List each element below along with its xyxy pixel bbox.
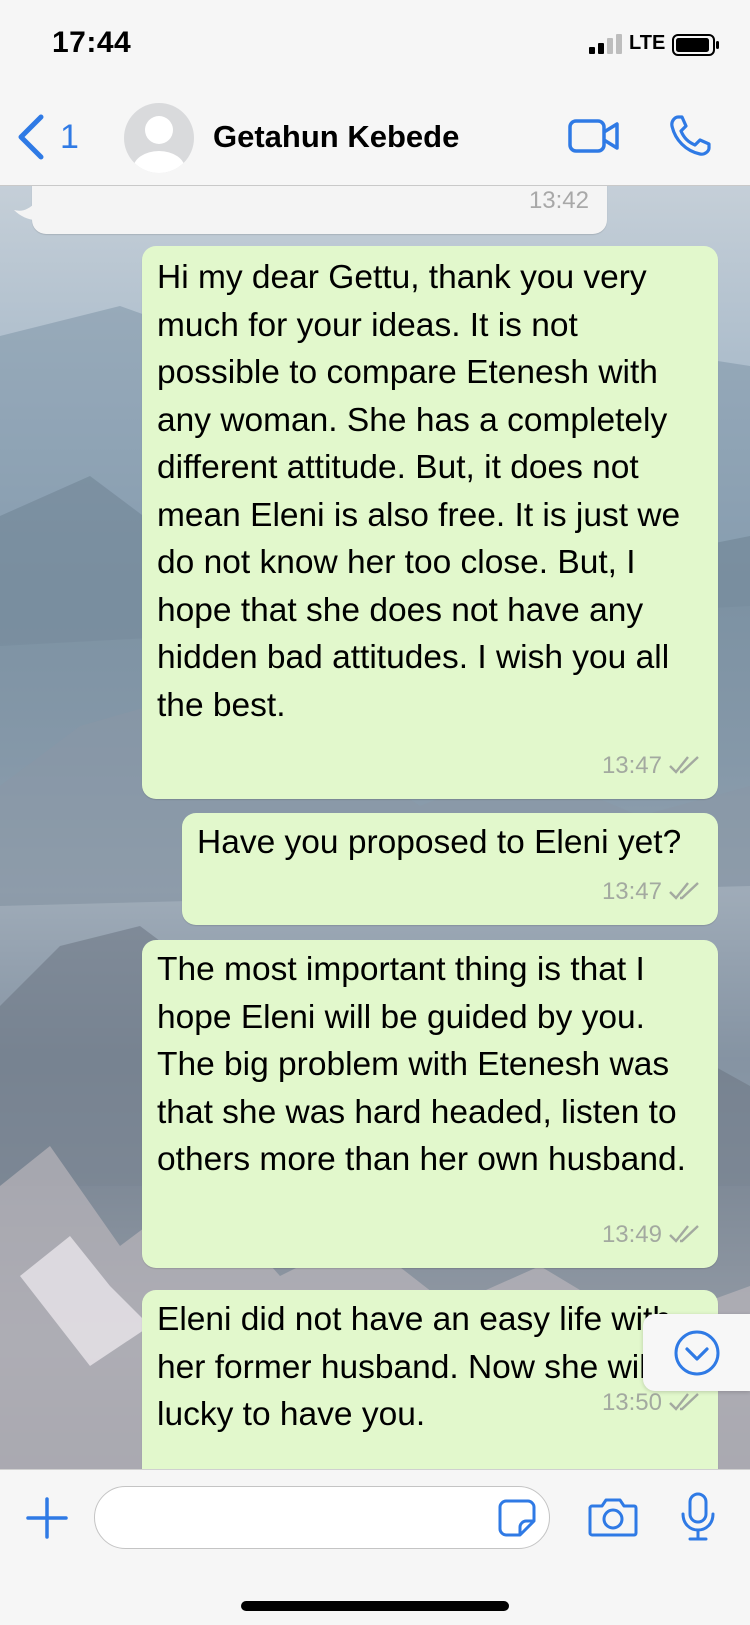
unread-count: 1 — [60, 117, 79, 156]
chat-area[interactable]: 13:42 Hi my dear Gettu, thank you very m… — [0, 186, 750, 1469]
message-time: 13:47 — [602, 868, 702, 916]
message-bubble-incoming[interactable]: 13:42 — [32, 186, 607, 234]
message-bubble-outgoing[interactable]: Eleni did not have an easy life with her… — [142, 1290, 718, 1469]
person-silhouette-icon — [133, 116, 185, 173]
message-text: The most important thing is that I hope … — [157, 951, 686, 1178]
chat-header: 1 Getahun Kebede — [0, 92, 750, 186]
chevron-down-circle-icon — [674, 1330, 719, 1375]
home-indicator[interactable] — [241, 1601, 509, 1611]
signal-icon — [589, 34, 622, 54]
message-time: 13:47 — [602, 742, 702, 790]
plus-icon[interactable] — [26, 1497, 68, 1539]
double-check-icon — [669, 756, 699, 775]
message-bubble-outgoing[interactable]: Hi my dear Gettu, thank you very much fo… — [142, 246, 718, 799]
status-bar: 17:44 LTE — [0, 0, 750, 92]
camera-icon[interactable] — [588, 1496, 638, 1538]
back-button[interactable]: 1 — [16, 112, 79, 162]
message-time: 13:42 — [528, 186, 589, 214]
scroll-to-bottom-button[interactable] — [643, 1314, 750, 1391]
avatar[interactable] — [124, 103, 194, 173]
microphone-icon[interactable] — [680, 1492, 716, 1542]
phone-icon[interactable] — [668, 114, 712, 158]
message-bubble-outgoing[interactable]: Have you proposed to Eleni yet? 13:47 — [182, 813, 718, 925]
sticker-icon[interactable] — [498, 1499, 536, 1537]
double-check-icon — [669, 882, 699, 901]
status-time: 17:44 — [52, 26, 132, 59]
battery-icon — [672, 34, 719, 56]
network-type: LTE — [629, 32, 666, 54]
message-text: Have you proposed to Eleni yet? — [197, 824, 682, 861]
message-bubble-outgoing[interactable]: The most important thing is that I hope … — [142, 940, 718, 1268]
composer-bar — [0, 1469, 750, 1625]
contact-name[interactable]: Getahun Kebede — [213, 119, 459, 155]
chevron-left-icon — [18, 114, 44, 160]
message-text: Hi my dear Gettu, thank you very much fo… — [157, 259, 681, 724]
message-time: 13:49 — [602, 1211, 702, 1259]
message-input[interactable] — [94, 1486, 550, 1549]
double-check-icon — [669, 1225, 699, 1244]
double-check-icon — [669, 1393, 699, 1412]
bubble-tail-icon — [14, 202, 36, 220]
video-camera-icon[interactable] — [568, 118, 620, 154]
